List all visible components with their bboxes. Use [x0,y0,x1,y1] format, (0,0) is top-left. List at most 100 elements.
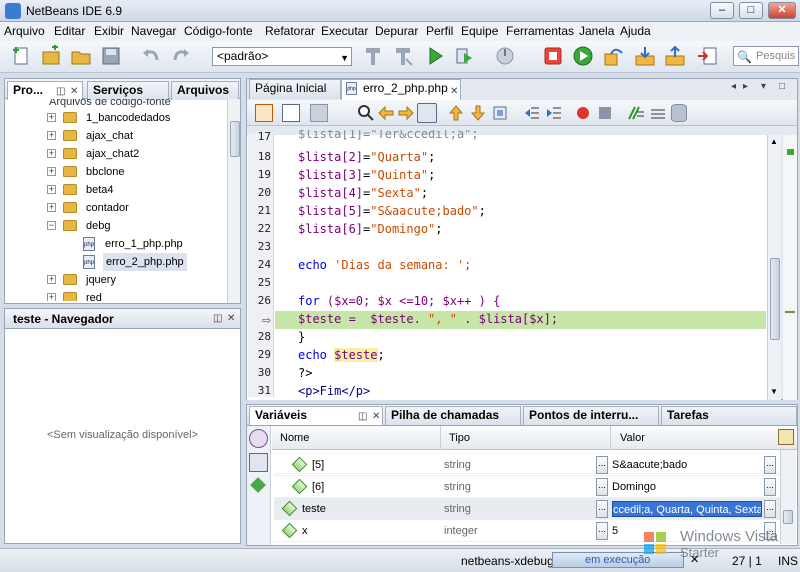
shift-right-icon[interactable] [545,104,563,122]
menu-exibir[interactable]: Exibir [94,24,124,38]
undo-icon[interactable] [140,45,164,67]
toggle-bookmark-icon[interactable] [491,104,509,122]
configuration-select[interactable]: <padrão> ▼ [212,47,352,66]
menu-janela[interactable]: Janela [579,24,614,38]
watches-filter-icon[interactable] [249,429,268,448]
close-icon[interactable]: ✕ [372,408,380,425]
minimize-button[interactable]: – [710,2,734,19]
scroll-thumb[interactable] [770,258,780,340]
redo-icon[interactable] [170,45,194,67]
column-type[interactable]: Tipo [449,432,470,444]
find-previous-icon[interactable] [377,104,395,122]
toggle-highlight-icon[interactable] [417,103,437,123]
tree-item-1_bancodedados[interactable]: +1_bancodedados [5,109,227,127]
edit-value-button[interactable]: ... [764,478,776,496]
find-icon[interactable] [357,104,375,122]
tab-call-stack[interactable]: Pilha de chamadas [385,406,521,425]
close-icon[interactable]: ✕ [70,83,78,100]
comment-icon[interactable] [627,104,645,122]
menu-refatorar[interactable]: Refatorar [265,24,315,38]
minimize-panel-icon[interactable]: ◫ [56,83,65,100]
tab-variables[interactable]: Variáveis ◫ ✕ [249,406,383,425]
scroll-tabs-right-icon[interactable]: ▸ [743,81,748,92]
expand-icon[interactable]: + [47,203,56,212]
source-view-icon[interactable] [255,104,273,122]
close-button[interactable]: ✕ [768,2,796,19]
uncomment-icon[interactable] [649,104,667,122]
debug-project-icon[interactable] [454,45,478,67]
step-out-icon[interactable] [664,45,688,67]
minimize-panel-icon[interactable]: ◫ [358,408,367,425]
edit-type-button[interactable]: ... [596,500,608,518]
maximize-editor-icon[interactable]: □ [779,81,785,92]
show-watches-icon[interactable] [249,453,268,472]
column-value[interactable]: Valor [620,432,645,444]
previous-bookmark-icon[interactable] [447,104,465,122]
menu-codigo-fonte[interactable]: Código-fonte [184,24,253,38]
expand-icon[interactable]: + [47,275,56,284]
build-hammer-icon[interactable] [362,45,386,67]
scroll-tabs-left-icon[interactable]: ◂ [731,81,736,92]
edit-value-button[interactable]: ... [764,456,776,474]
close-icon[interactable]: ✕ [690,553,699,566]
expand-icon[interactable]: + [47,113,56,122]
finish-debug-icon[interactable] [542,45,566,67]
new-watch-icon[interactable] [250,477,266,493]
back-icon[interactable] [310,104,328,122]
expand-icon[interactable]: + [47,167,56,176]
column-name[interactable]: Nome [280,432,309,444]
last-edit-icon[interactable] [282,104,300,122]
close-icon[interactable]: ✕ [227,313,235,324]
tab-breakpoints[interactable]: Pontos de interru... [523,406,659,425]
menu-perfil[interactable]: Perfil [426,24,453,38]
menu-navegar[interactable]: Navegar [131,24,176,38]
collapse-icon[interactable]: − [47,221,56,230]
tab-erro-2-php[interactable]: php erro_2_php.php ✕ [341,79,461,100]
find-next-icon[interactable] [397,104,415,122]
tree-item-ajax_chat[interactable]: + ajax_chat [5,127,227,145]
tree-item-erro_2_php[interactable]: php erro_2_php.php [5,253,227,271]
expand-icon[interactable]: + [47,131,56,140]
menu-ferramentas[interactable]: Ferramentas [506,24,574,38]
scroll-down-icon[interactable]: ▼ [770,387,778,396]
new-project-icon[interactable] [40,44,64,67]
edit-value-button[interactable]: ... [764,522,776,540]
open-project-icon[interactable] [70,45,94,67]
tab-start-page[interactable]: Página Inicial [249,79,341,99]
menu-editar[interactable]: Editar [54,24,85,38]
variable-value[interactable]: 5 [612,520,618,542]
column-chooser-icon[interactable] [778,429,794,445]
variables-scrollbar[interactable] [780,450,796,544]
save-all-icon[interactable] [100,45,124,67]
tab-projects[interactable]: Pro... ◫ ✕ [7,81,83,100]
start-macro-icon[interactable] [577,107,589,119]
variable-row[interactable]: [6] string ... Domingo ... [274,476,780,498]
variable-value-editor[interactable]: ccedil;a, Quarta, Quinta, Sexta [612,501,762,517]
clean-build-icon[interactable] [392,45,416,67]
run-to-cursor-icon[interactable] [696,45,720,67]
expand-icon[interactable]: + [47,149,56,158]
variable-row-selected[interactable]: teste string ... ccedil;a, Quarta, Quint… [274,498,780,520]
menu-depurar[interactable]: Depurar [375,24,418,38]
tree-item-ajax_chat2[interactable]: + ajax_chat2 [5,145,227,163]
scroll-thumb[interactable] [230,121,240,157]
close-icon[interactable]: ✕ [450,83,458,100]
edit-type-button[interactable]: ... [596,522,608,540]
tree-item-erro_1_php[interactable]: php erro_1_php.php [5,235,227,253]
editor-scrollbar[interactable]: ▲ ▼ [767,135,781,400]
tree-item-beta4[interactable]: + beta4 [5,181,227,199]
projects-scrollbar[interactable] [227,99,240,303]
tab-tasks[interactable]: Tarefas [661,406,797,425]
profile-icon[interactable] [494,45,518,67]
scroll-up-icon[interactable]: ▲ [770,137,778,146]
menu-ajuda[interactable]: Ajuda [620,24,651,38]
tree-item-bbclone[interactable]: + bbclone [5,163,227,181]
menu-executar[interactable]: Executar [321,24,368,38]
expand-icon[interactable]: + [47,185,56,194]
scroll-thumb[interactable] [783,510,793,524]
expand-icon[interactable]: + [47,293,56,301]
tab-list-icon[interactable]: ▾ [761,81,766,92]
edit-type-button[interactable]: ... [596,456,608,474]
next-bookmark-icon[interactable] [469,104,487,122]
variable-row[interactable]: [5] string ... S&aacute;bado ... [274,454,780,476]
